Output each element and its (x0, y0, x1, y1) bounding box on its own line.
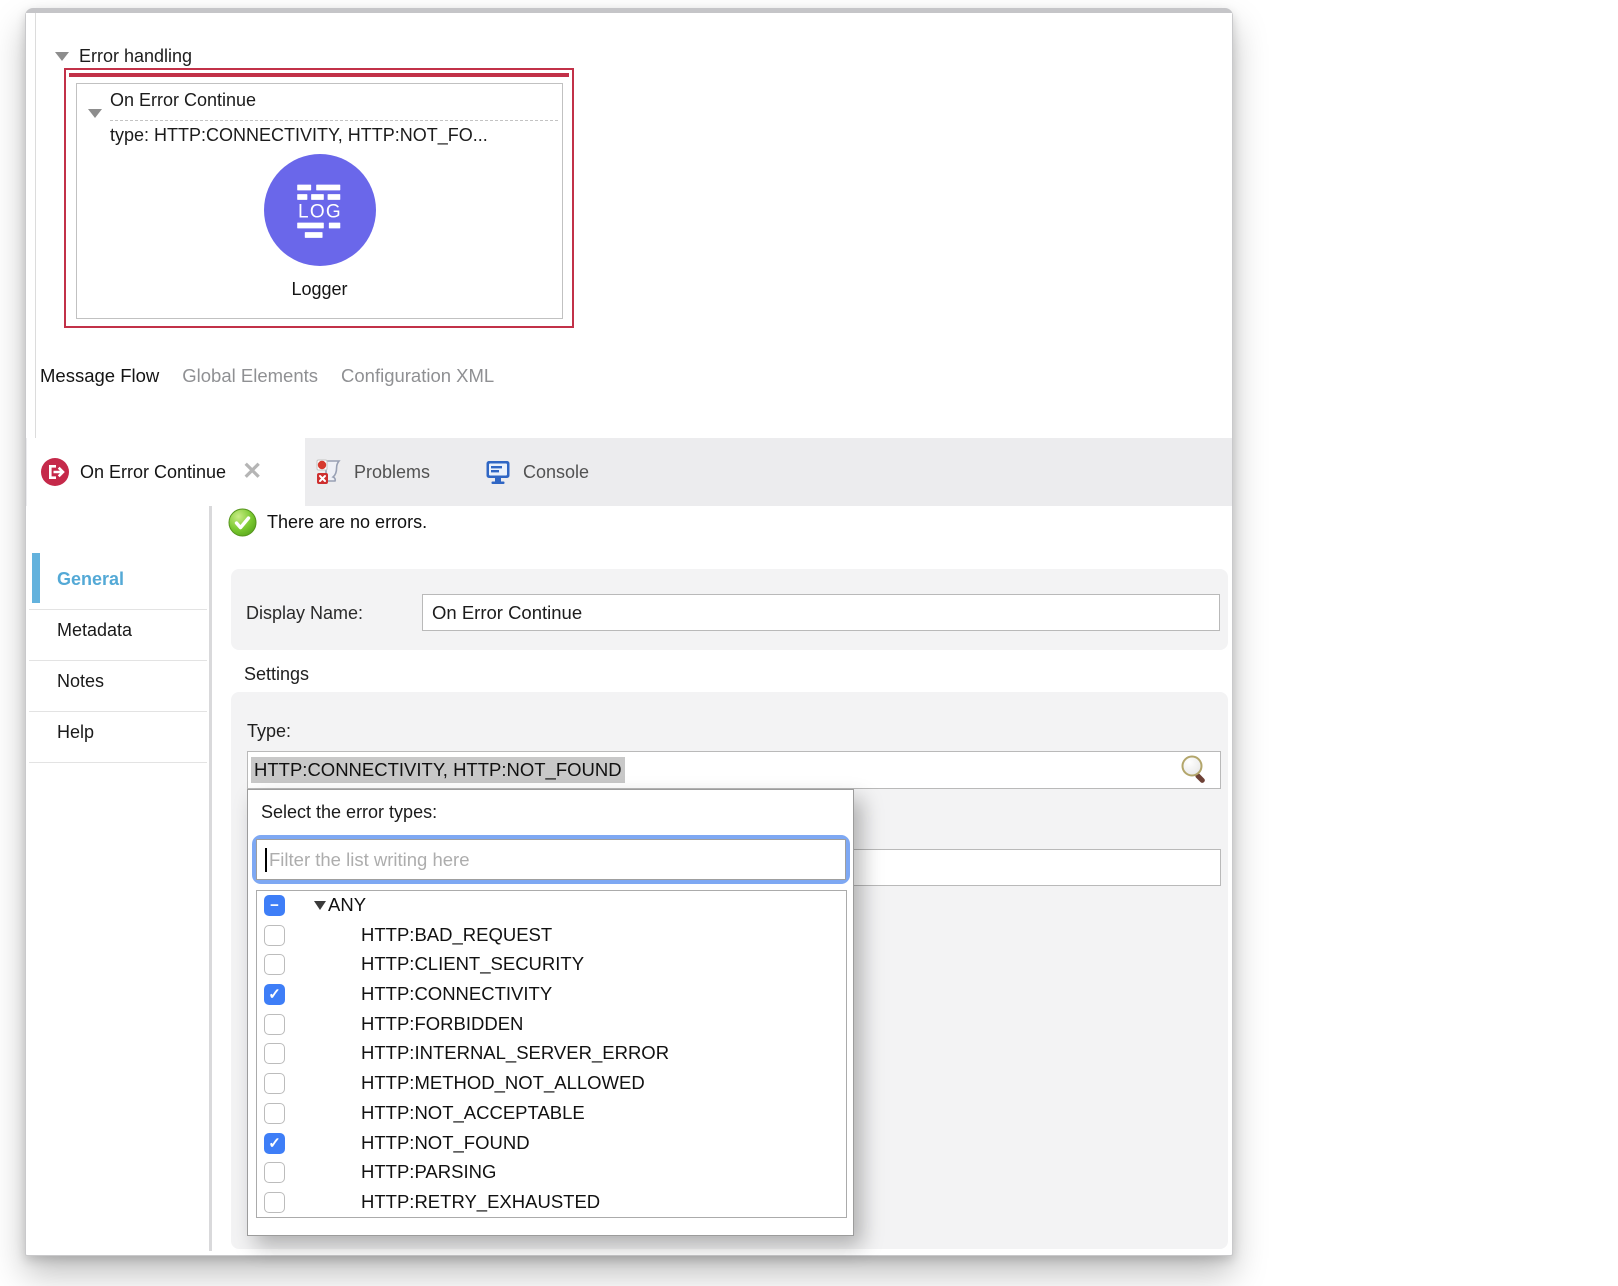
logger-label: Logger (77, 279, 562, 300)
search-icon[interactable] (1178, 753, 1212, 787)
error-type-label: HTTP:CLIENT_SECURITY (361, 953, 584, 975)
error-type-popup: Select the error types: − ANY HTTP:BAD_REQ… (247, 789, 854, 1236)
checkbox[interactable]: − (264, 895, 285, 916)
checkbox[interactable] (264, 1103, 285, 1124)
error-type-row[interactable]: HTTP:PARSING (257, 1158, 846, 1188)
expand-triangle-icon[interactable] (314, 901, 326, 910)
tab-on-error-continue[interactable]: On Error Continue ✕ (27, 438, 305, 506)
error-handling-section[interactable]: Error handling (55, 46, 192, 67)
error-type-label: HTTP:BAD_REQUEST (361, 924, 552, 946)
sidebar-separator (29, 711, 207, 712)
sidebar-item-general[interactable]: General (57, 569, 124, 590)
on-error-continue-scope[interactable]: On Error Continue type: HTTP:CONNECTIVIT… (64, 68, 574, 328)
problems-icon (314, 457, 344, 487)
error-type-row[interactable]: HTTP:RETRY_EXHAUSTED (257, 1188, 846, 1218)
popup-title: Select the error types: (261, 802, 437, 823)
error-type-label: HTTP:FORBIDDEN (361, 1013, 523, 1035)
checkbox[interactable] (264, 1043, 285, 1064)
flow-canvas: Error handling On Error Continue type: H… (26, 13, 1232, 438)
scope-body: On Error Continue type: HTTP:CONNECTIVIT… (76, 83, 563, 319)
error-type-row[interactable]: HTTP:CLIENT_SECURITY (257, 950, 846, 980)
tab-problems[interactable]: Problems (314, 438, 430, 506)
logger-icon: LOG (282, 172, 358, 248)
checkbox[interactable] (264, 954, 285, 975)
console-icon (483, 457, 513, 487)
checkbox[interactable] (264, 1192, 285, 1213)
sidebar-separator (29, 609, 207, 610)
tab-console[interactable]: Console (483, 438, 589, 506)
collapse-triangle-icon[interactable] (55, 52, 69, 61)
scope-collapse-triangle-icon[interactable] (88, 109, 102, 118)
settings-heading: Settings (244, 664, 309, 685)
sidebar-separator (29, 660, 207, 661)
text-caret (265, 848, 267, 872)
filter-field-focus-ring (252, 835, 850, 884)
error-type-row[interactable]: HTTP:FORBIDDEN (257, 1010, 846, 1040)
checkbox[interactable] (264, 1162, 285, 1183)
error-type-row[interactable]: HTTP:NOT_ACCEPTABLE (257, 1099, 846, 1129)
filter-input[interactable] (256, 839, 846, 880)
error-type-row[interactable]: ✓ HTTP:NOT_FOUND (257, 1129, 846, 1159)
type-label: Type: (247, 721, 291, 742)
canvas-left-border (35, 13, 36, 438)
error-type-label: HTTP:CONNECTIVITY (361, 983, 552, 1005)
tab-global-elements[interactable]: Global Elements (182, 365, 318, 387)
scope-selection-bar (69, 73, 569, 77)
validation-status: There are no errors. (228, 508, 427, 537)
section-label: Error handling (79, 46, 192, 67)
error-type-row[interactable]: ✓ HTTP:CONNECTIVITY (257, 980, 846, 1010)
error-type-label: HTTP:RETRY_EXHAUSTED (361, 1191, 600, 1213)
success-icon (228, 508, 257, 537)
logger-component[interactable]: LOG (264, 154, 376, 266)
error-type-row[interactable]: HTTP:BAD_REQUEST (257, 921, 846, 951)
error-type-row[interactable]: − ANY (257, 891, 846, 921)
error-type-list[interactable]: − ANY HTTP:BAD_REQUEST HTTP:CLIENT_SECURITY… (256, 890, 847, 1218)
sidebar-item-notes[interactable]: Notes (57, 671, 104, 692)
error-type-label: HTTP:METHOD_NOT_ALLOWED (361, 1072, 645, 1094)
type-input[interactable]: HTTP:CONNECTIVITY, HTTP:NOT_FOUND (247, 751, 1221, 789)
tab-label: On Error Continue (80, 462, 226, 483)
scope-title-divider (110, 120, 558, 121)
tab-label: Problems (354, 462, 430, 483)
error-type-row[interactable]: HTTP:INTERNAL_SERVER_ERROR (257, 1039, 846, 1069)
error-type-label: HTTP:NOT_ACCEPTABLE (361, 1102, 585, 1124)
studio-window: Error handling On Error Continue type: H… (25, 8, 1233, 1256)
tab-message-flow[interactable]: Message Flow (40, 365, 159, 387)
sidebar-item-help[interactable]: Help (57, 722, 94, 743)
sidebar-separator (29, 762, 207, 763)
type-value: HTTP:CONNECTIVITY, HTTP:NOT_FOUND (251, 757, 625, 783)
tab-label: Console (523, 462, 589, 483)
display-name-input[interactable] (422, 594, 1220, 631)
checkbox[interactable] (264, 925, 285, 946)
status-text: There are no errors. (267, 512, 427, 533)
error-type-label: HTTP:NOT_FOUND (361, 1132, 530, 1154)
view-tab-strip: On Error Continue ✕ Problems Cons (26, 438, 1232, 506)
checkbox[interactable] (264, 1014, 285, 1035)
svg-text:LOG: LOG (298, 202, 342, 223)
error-type-label: HTTP:PARSING (361, 1161, 496, 1183)
error-type-label: ANY (328, 894, 366, 916)
checkbox[interactable]: ✓ (264, 984, 285, 1005)
close-icon[interactable]: ✕ (242, 462, 262, 482)
sidebar-item-metadata[interactable]: Metadata (57, 620, 132, 641)
error-type-label: HTTP:INTERNAL_SERVER_ERROR (361, 1042, 669, 1064)
scope-type-subtitle: type: HTTP:CONNECTIVITY, HTTP:NOT_FO... (110, 125, 488, 146)
checkbox[interactable]: ✓ (264, 1133, 285, 1154)
editor-tab-bar: Message Flow Global Elements Configurati… (40, 365, 494, 387)
checkbox[interactable] (264, 1073, 285, 1094)
error-type-row[interactable]: HTTP:METHOD_NOT_ALLOWED (257, 1069, 846, 1099)
scope-title: On Error Continue (110, 90, 256, 111)
on-error-continue-icon (40, 457, 70, 487)
sidebar-divider (209, 506, 212, 1251)
sidebar-selection-bar (32, 553, 40, 603)
tab-configuration-xml[interactable]: Configuration XML (341, 365, 494, 387)
display-name-label: Display Name: (246, 603, 363, 624)
